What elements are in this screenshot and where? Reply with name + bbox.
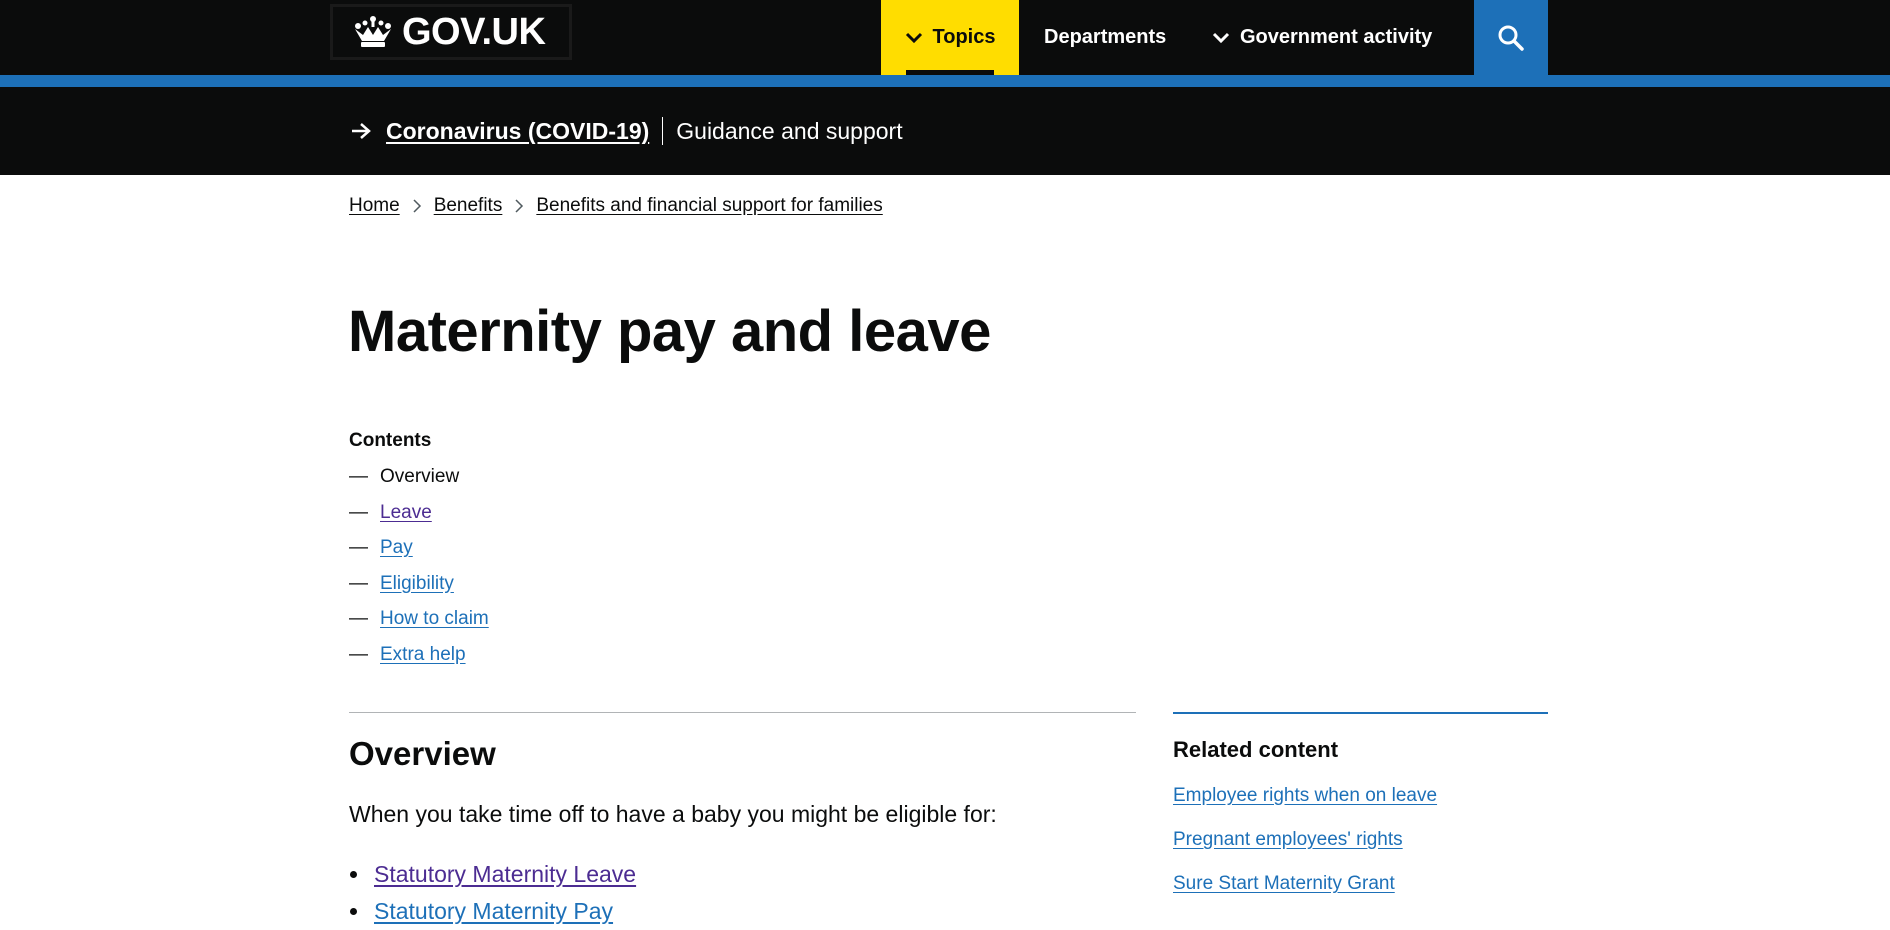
covid-divider xyxy=(662,117,664,145)
nav-government-activity-label: Government activity xyxy=(1240,26,1433,48)
list-item: Statutory Maternity Leave xyxy=(349,856,636,893)
contents-dash: — xyxy=(349,466,368,487)
chevron-right-icon xyxy=(413,199,421,213)
overview-heading: Overview xyxy=(349,735,496,772)
contents-item: — Extra help xyxy=(349,644,489,680)
breadcrumb: Home Benefits Benefits and financial sup… xyxy=(349,195,883,217)
covid-banner-content: Coronavirus (COVID-19) Guidance and supp… xyxy=(350,87,903,175)
logo-text: GOV.UK xyxy=(402,10,546,53)
related-item: Sure Start Maternity Grant xyxy=(1173,873,1437,917)
contents-link-leave[interactable]: Leave xyxy=(380,502,432,524)
contents-dash: — xyxy=(349,643,368,665)
contents-link-eligibility[interactable]: Eligibility xyxy=(380,573,454,595)
contents-dash: — xyxy=(349,608,368,629)
header-blue-bar xyxy=(0,75,1890,87)
chevron-right-icon xyxy=(515,199,524,213)
crown-icon xyxy=(355,16,391,47)
related-item: Pregnant employees' rights xyxy=(1173,829,1437,873)
contents-item: — Overview xyxy=(349,466,489,502)
contents-dash: — xyxy=(349,572,368,594)
contents-link-pay[interactable]: Pay xyxy=(380,537,413,559)
related-heading: Related content xyxy=(1173,737,1339,762)
chevron-down-icon xyxy=(1212,32,1230,43)
related-list: Employee rights when on leave Pregnant e… xyxy=(1173,785,1437,917)
bullet xyxy=(350,871,357,878)
list-item: Statutory Maternity Pay xyxy=(349,893,636,930)
related-link-employee-rights[interactable]: Employee rights when on leave xyxy=(1173,785,1437,806)
nav-topics[interactable]: Topics xyxy=(881,0,1019,75)
contents-heading: Contents xyxy=(349,430,432,451)
related-item: Employee rights when on leave xyxy=(1173,785,1437,829)
statutory-maternity-pay-link[interactable]: Statutory Maternity Pay xyxy=(374,898,613,925)
contents-dash: — xyxy=(349,501,368,523)
govuk-logo-link[interactable]: GOV.UK xyxy=(330,4,572,60)
contents-item: — How to claim xyxy=(349,608,489,644)
contents-link-extra-help[interactable]: Extra help xyxy=(380,644,466,666)
breadcrumb-home[interactable]: Home xyxy=(349,195,400,217)
search-icon xyxy=(1498,25,1524,51)
breadcrumb-benefits[interactable]: Benefits xyxy=(434,195,503,217)
search-button[interactable] xyxy=(1474,0,1548,75)
covid-banner: Coronavirus (COVID-19) Guidance and supp… xyxy=(0,87,1890,175)
overview-intro: When you take time off to have a baby yo… xyxy=(349,801,997,827)
covid-link[interactable]: Coronavirus (COVID-19) xyxy=(386,118,649,145)
contents-item: — Leave xyxy=(349,502,489,538)
section-divider xyxy=(349,712,1136,713)
contents-item: — Eligibility xyxy=(349,573,489,609)
contents-list: — Overview — Leave — Pay — Eligibility —… xyxy=(349,466,489,679)
contents-item-overview: Overview xyxy=(380,466,460,487)
arrow-right-icon xyxy=(352,123,371,139)
related-link-pregnant-employees[interactable]: Pregnant employees' rights xyxy=(1173,829,1403,850)
bullet xyxy=(350,908,357,915)
related-divider xyxy=(1173,712,1548,714)
contents-item: — Pay xyxy=(349,537,489,573)
nav-government-activity[interactable]: Government activity xyxy=(1212,0,1432,75)
nav-departments-label: Departments xyxy=(1044,26,1167,48)
statutory-maternity-leave-link[interactable]: Statutory Maternity Leave xyxy=(374,861,636,888)
breadcrumb-families-support[interactable]: Benefits and financial support for famil… xyxy=(536,195,882,217)
contents-dash: — xyxy=(349,537,368,558)
related-link-sure-start[interactable]: Sure Start Maternity Grant xyxy=(1173,873,1395,894)
page-title: Maternity pay and leave xyxy=(348,299,991,364)
chevron-down-icon xyxy=(905,32,922,43)
covid-subtitle: Guidance and support xyxy=(676,117,903,144)
contents-link-how-to-claim[interactable]: How to claim xyxy=(380,608,489,630)
overview-list: Statutory Maternity Leave Statutory Mate… xyxy=(349,856,636,930)
nav-topics-label: Topics xyxy=(932,26,996,48)
site-header: GOV.UK Topics Departments Government act… xyxy=(0,0,1890,87)
nav-departments[interactable]: Departments xyxy=(1044,0,1166,75)
